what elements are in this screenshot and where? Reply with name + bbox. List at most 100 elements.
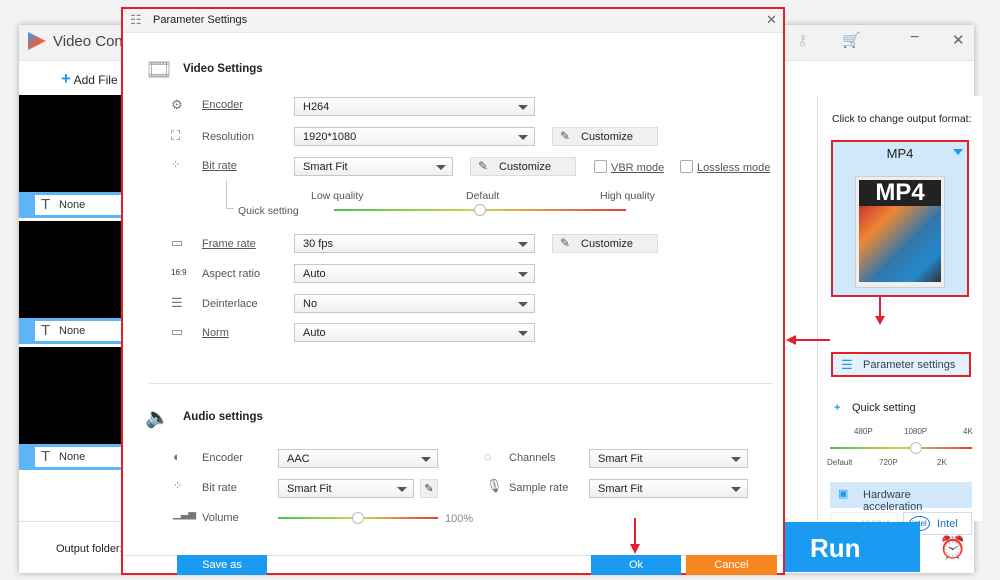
subtitle-value: None	[59, 325, 86, 337]
norm-select[interactable]: Auto	[294, 323, 535, 342]
speaker-icon: ◐	[173, 449, 181, 464]
quality-slider[interactable]	[334, 204, 626, 216]
video-settings-icon: 🎞	[145, 57, 173, 82]
app-title: Video Conv	[53, 33, 131, 50]
audio-encoder-select[interactable]: AAC	[278, 449, 438, 468]
section-divider	[149, 383, 773, 384]
annotation-arrow	[795, 339, 830, 341]
cart-icon[interactable]: 🛒	[842, 31, 861, 49]
minimize-button[interactable]: −	[910, 29, 919, 47]
chip-icon: ▣	[838, 488, 849, 500]
cancel-button[interactable]: Cancel	[686, 555, 777, 575]
quality-tick: 1080P	[904, 427, 928, 436]
close-dialog-button[interactable]: ✕	[766, 12, 777, 28]
subtitle-icon: T	[41, 448, 51, 465]
frame-rate-label[interactable]: Frame rate	[202, 238, 256, 250]
slider-knob[interactable]	[474, 204, 486, 216]
format-selector[interactable]: MP4 MP4	[831, 140, 969, 297]
resolution-label: Resolution	[202, 131, 254, 143]
video-thumbnail[interactable]	[19, 95, 121, 193]
pencil-icon: ✎	[560, 236, 571, 250]
dialog-titlebar: ☷ Parameter Settings ✕	[123, 9, 783, 33]
alarm-clock-icon[interactable]: ⏰	[939, 535, 966, 561]
quality-tick: 720P	[879, 458, 898, 467]
settings-sliders-icon: ☷	[130, 12, 142, 27]
run-button[interactable]: Run	[785, 522, 920, 572]
norm-label[interactable]: Norm	[202, 327, 229, 339]
audio-bitrate-select[interactable]: Smart Fit	[278, 479, 414, 498]
quality-tick: 480P	[854, 427, 873, 436]
add-files-label: Add File	[73, 73, 118, 87]
slider-knob[interactable]	[352, 512, 364, 524]
resolution-customize-button[interactable]: ✎ Customize	[552, 127, 658, 146]
bitrate-label[interactable]: Bit rate	[202, 160, 237, 172]
video-settings-heading: Video Settings	[183, 63, 263, 75]
hardware-acceleration-button[interactable]: ▣ Hardware acceleration	[830, 482, 972, 513]
channels-select[interactable]: Smart Fit	[589, 449, 748, 468]
quality-slider[interactable]	[830, 442, 972, 454]
video-bitrate-select[interactable]: Smart Fit	[294, 157, 453, 176]
resolution-select[interactable]: 1920*1080	[294, 127, 535, 146]
tree-connector	[226, 179, 234, 209]
deinterlace-icon: ☰	[171, 295, 183, 310]
close-app-button[interactable]: ✕	[952, 31, 965, 49]
audio-bitrate-edit-button[interactable]: ✎	[420, 479, 438, 498]
parameter-settings-button[interactable]: ☰ Parameter settings	[831, 352, 971, 377]
ok-button[interactable]: Ok	[591, 555, 681, 575]
key-icon[interactable]: ⚷	[797, 31, 808, 49]
encoder-label[interactable]: Encoder	[202, 99, 243, 111]
audio-encoder-label: Encoder	[202, 452, 243, 464]
channels-label: Channels	[509, 452, 556, 464]
deinterlace-label: Deinterlace	[202, 298, 258, 310]
monitor-icon: ▭	[171, 324, 184, 339]
lossless-mode-checkbox[interactable]	[680, 160, 693, 173]
customize-label: Customize	[581, 238, 633, 250]
hardware-acceleration-label: Hardware acceleration	[863, 489, 923, 513]
customize-label: Customize	[499, 161, 551, 173]
audio-bitrate-icon: ⁘	[173, 480, 183, 492]
resolution-icon: ⛶	[171, 128, 181, 143]
customize-label: Customize	[581, 131, 633, 143]
sample-rate-label: Sample rate	[509, 482, 569, 494]
quality-tick: 4K	[963, 427, 973, 436]
video-thumbnail[interactable]	[19, 347, 121, 445]
list-item[interactable]: T None	[19, 192, 121, 218]
channels-icon: ◌	[484, 449, 492, 464]
vbr-mode-label[interactable]: VBR mode	[611, 162, 664, 174]
plus-icon: +	[61, 69, 71, 88]
quick-setting-label: Quick setting	[238, 205, 299, 217]
dropdown-arrow-icon	[953, 149, 963, 155]
audio-bitrate-label: Bit rate	[202, 482, 237, 494]
annotation-arrow	[634, 518, 636, 546]
frame-rate-select[interactable]: 30 fps	[294, 234, 535, 253]
sliders-icon: ☰	[841, 357, 853, 372]
output-folder-label: Output folder:	[56, 543, 123, 555]
parameter-settings-dialog: ☷ Parameter Settings ✕ 🎞 Video Settings …	[121, 7, 785, 575]
bitrate-customize-button[interactable]: ✎ Customize	[470, 157, 576, 176]
deinterlace-select[interactable]: No	[294, 294, 535, 313]
quick-setting-label: Quick setting	[852, 402, 916, 414]
sample-rate-select[interactable]: Smart Fit	[589, 479, 748, 498]
annotation-arrowhead	[875, 316, 885, 325]
video-encoder-select[interactable]: H264	[294, 97, 535, 116]
volume-slider[interactable]	[278, 512, 438, 524]
slider-knob[interactable]	[910, 442, 922, 454]
bitrate-icon: ⁘	[171, 159, 181, 171]
add-files-button[interactable]: + Add File	[61, 69, 118, 89]
list-item[interactable]: T None	[19, 444, 121, 470]
aspect-ratio-select[interactable]: Auto	[294, 264, 535, 283]
frame-rate-icon: ▭	[171, 235, 184, 250]
audio-settings-icon: 🔈	[145, 407, 170, 429]
list-item[interactable]: T None	[19, 318, 121, 344]
annotation-arrowhead	[786, 335, 796, 345]
microphone-icon: 🎙	[486, 478, 503, 493]
lossless-mode-label[interactable]: Lossless mode	[697, 162, 770, 174]
format-panel: Click to change output format: MP4 MP4 ☰…	[817, 96, 982, 535]
pencil-icon: ✎	[478, 159, 489, 173]
low-quality-label: Low quality	[311, 190, 364, 202]
annotation-arrowhead	[630, 544, 640, 554]
vbr-mode-checkbox[interactable]	[594, 160, 607, 173]
save-as-button[interactable]: Save as	[177, 555, 267, 575]
video-thumbnail[interactable]	[19, 221, 121, 319]
frame-rate-customize-button[interactable]: ✎ Customize	[552, 234, 658, 253]
